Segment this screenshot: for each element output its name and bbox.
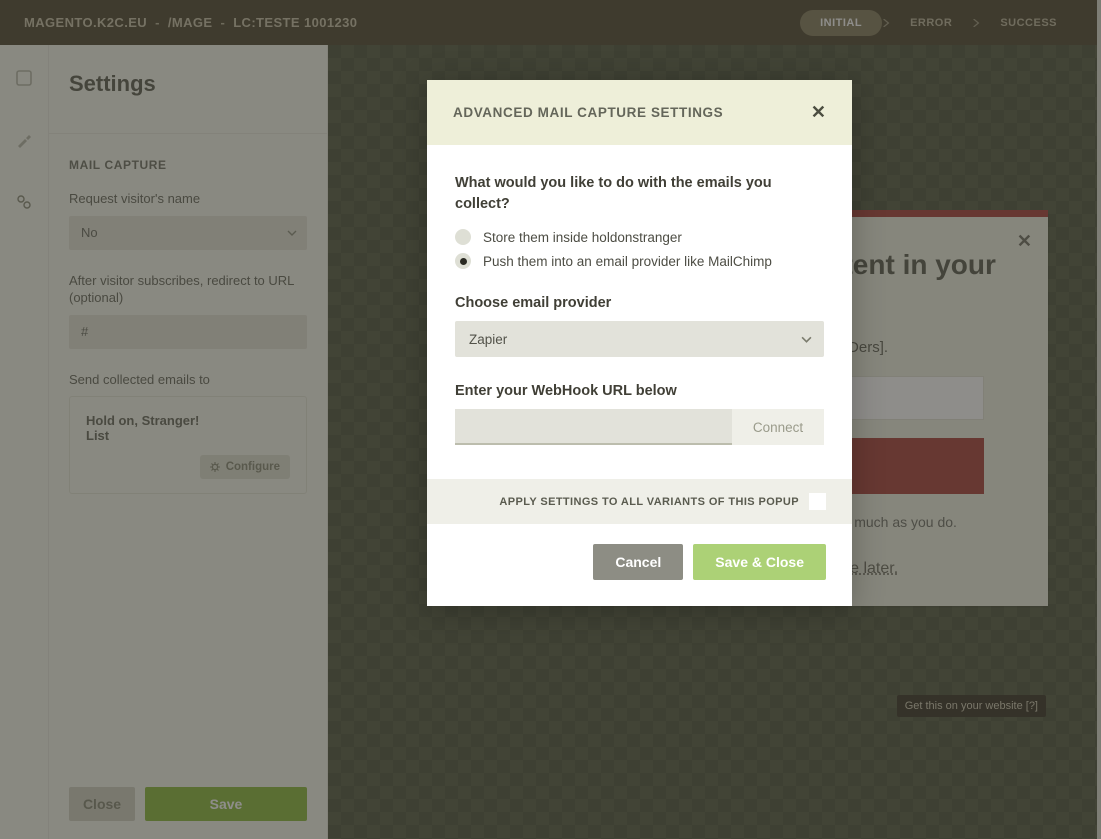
select-email-provider[interactable]: Zapier xyxy=(455,321,824,357)
radio-icon xyxy=(455,229,471,245)
label-choose-provider: Choose email provider xyxy=(455,295,824,311)
modal-title: ADVANCED MAIL CAPTURE SETTINGS xyxy=(453,105,723,120)
apply-all-label: APPLY SETTINGS TO ALL VARIANTS OF THIS P… xyxy=(499,496,799,508)
radio-push[interactable]: Push them into an email provider like Ma… xyxy=(455,253,824,269)
select-email-provider-value: Zapier xyxy=(469,332,507,347)
modal-save-button[interactable]: Save & Close xyxy=(693,544,826,580)
modal-close-icon[interactable]: ✕ xyxy=(811,102,826,123)
input-webhook-url[interactable] xyxy=(455,409,732,445)
radio-store[interactable]: Store them inside holdonstranger xyxy=(455,229,824,245)
modal-advanced-mail-capture: ADVANCED MAIL CAPTURE SETTINGS ✕ What wo… xyxy=(427,80,852,606)
radio-icon xyxy=(455,253,471,269)
apply-all-strip: APPLY SETTINGS TO ALL VARIANTS OF THIS P… xyxy=(427,479,852,524)
connect-button[interactable]: Connect xyxy=(732,409,824,445)
apply-all-checkbox[interactable] xyxy=(809,493,826,510)
modal-cancel-button[interactable]: Cancel xyxy=(593,544,683,580)
chevron-down-icon xyxy=(801,334,812,345)
label-webhook: Enter your WebHook URL below xyxy=(455,383,824,399)
radio-push-label: Push them into an email provider like Ma… xyxy=(483,254,772,269)
modal-question: What would you like to do with the email… xyxy=(455,173,824,215)
radio-store-label: Store them inside holdonstranger xyxy=(483,230,682,245)
